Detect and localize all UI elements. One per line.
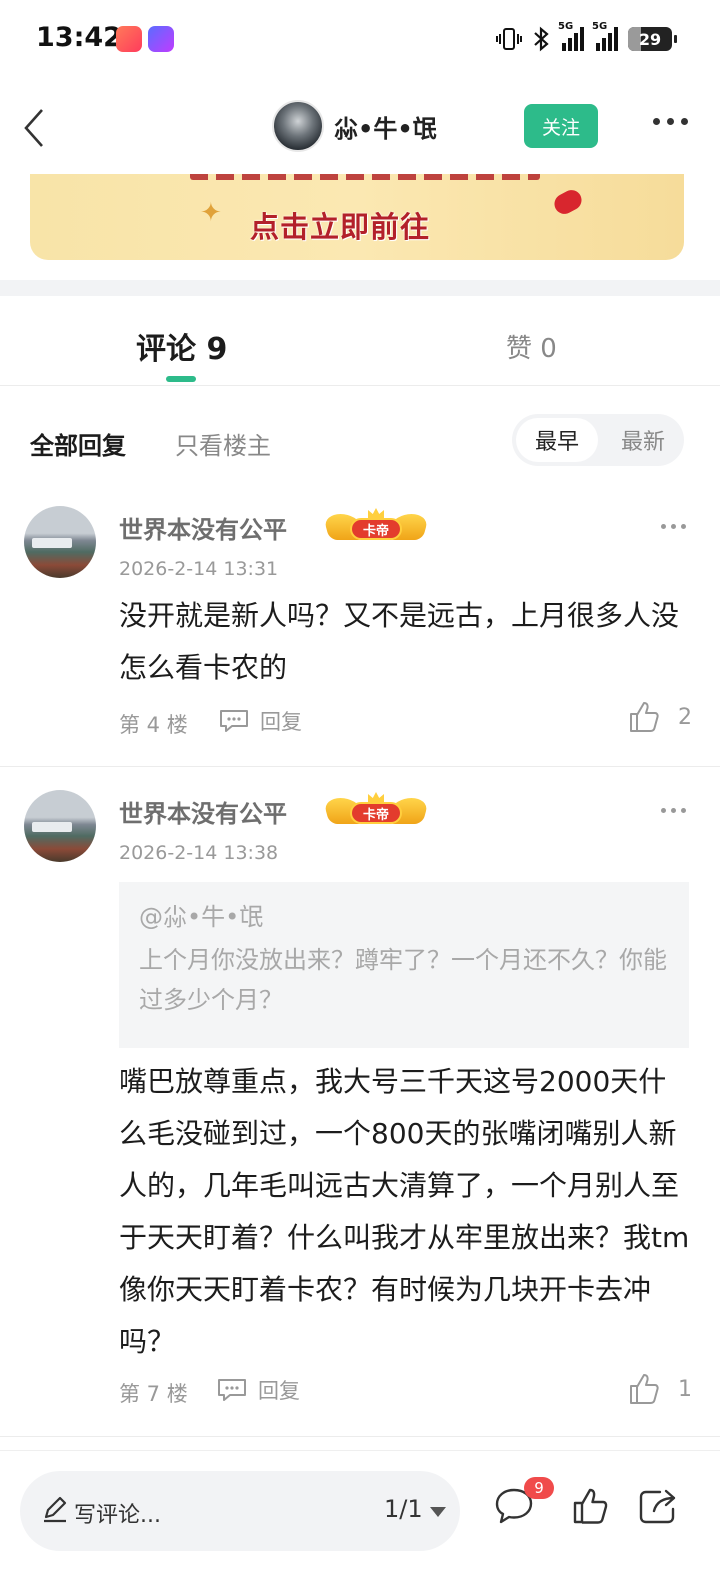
comment-timestamp: 2026-2-14 13:38 (119, 842, 279, 864)
comment-timestamp: 2026-2-14 13:31 (119, 558, 279, 580)
comment-item: 世界本没有公平 卡帝 2026-2-14 13:31 没开就是新人吗？又不是远古… (0, 506, 720, 766)
comment-item: 世界本没有公平 卡帝 2026-2-14 13:38 @尛•牛•氓 上个月你没放… (0, 790, 720, 1430)
comment-username[interactable]: 世界本没有公平 (119, 794, 287, 829)
comment-count-badge: 9 (524, 1477, 554, 1499)
battery-level-text: 29 (638, 29, 662, 49)
promo-banner[interactable]: ✦ 点击立即前往 (30, 160, 684, 260)
reply-button[interactable]: 回复 (216, 1375, 300, 1405)
vibrate-icon (496, 26, 522, 52)
avatar[interactable] (24, 790, 96, 862)
chevron-down-icon[interactable] (430, 1507, 446, 1517)
comment-body: 没开就是新人吗？又不是远古，上月很多人没怎么看卡农的 (119, 599, 680, 684)
comment-more-button[interactable] (661, 524, 686, 529)
author-name[interactable]: 尛•牛•氓 (334, 109, 437, 144)
thumbs-up-icon (573, 1488, 608, 1524)
status-time: 13:42 (36, 22, 122, 53)
comment-body: 嘴巴放尊重点，我大号三千天这号2000天什么毛没碰到过，一个800天的张嘴闭嘴别… (119, 1065, 690, 1358)
signal-icon: 5G (558, 21, 584, 51)
share-icon (639, 1489, 676, 1524)
comment-more-button[interactable] (661, 808, 686, 813)
section-divider (0, 280, 720, 296)
chevron-left-icon (24, 109, 43, 147)
sort-toggle: 最早 最新 (512, 414, 684, 466)
reply-label: 回复 (260, 710, 302, 734)
back-button[interactable] (14, 104, 54, 152)
floor-number: 第 7 楼 (119, 1382, 188, 1406)
quoted-comment[interactable]: @尛•牛•氓 上个月你没放出来？蹲牢了？一个月还不久？你能过多少个月？ (119, 882, 689, 1048)
page-indicator[interactable]: 1/1 (384, 1495, 423, 1523)
write-comment-input[interactable]: 写评论... 1/1 (20, 1471, 460, 1551)
floor-number: 第 4 楼 (119, 713, 188, 737)
divider (0, 1436, 720, 1437)
author-info[interactable]: 尛•牛•氓 (272, 100, 437, 152)
divider (0, 766, 720, 767)
quoted-username: @尛•牛•氓 (139, 903, 264, 931)
like-post-button[interactable] (572, 1487, 608, 1529)
filter-op-only[interactable]: 只看楼主 (175, 426, 271, 461)
sort-newest-button[interactable]: 最新 (606, 418, 680, 462)
reply-button[interactable]: 回复 (218, 706, 302, 736)
status-bar: 13:42 5G 5G 29 (0, 0, 720, 80)
tab-bar: 评论 9 赞 0 (0, 296, 720, 386)
post-header: 尛•牛•氓 关注 (0, 82, 720, 174)
tab-comments[interactable]: 评论 9 (136, 324, 227, 368)
battery-icon: 29 (628, 27, 677, 51)
comment-username[interactable]: 世界本没有公平 (119, 510, 287, 545)
app-notification-icon (148, 26, 174, 52)
tab-likes[interactable]: 赞 0 (506, 328, 557, 365)
filter-all-replies[interactable]: 全部回复 (30, 426, 126, 461)
filter-row: 全部回复 只看楼主 最早 最新 (0, 408, 720, 472)
author-avatar[interactable] (272, 100, 324, 152)
user-rank-badge: 卡帝 (322, 508, 430, 542)
share-button[interactable] (638, 1487, 678, 1529)
app-notification-icon (116, 26, 142, 52)
sort-earliest-button[interactable]: 最早 (516, 418, 598, 462)
bottom-bar: 写评论... 1/1 9 (0, 1450, 720, 1584)
quoted-text: 上个月你没放出来？蹲牢了？一个月还不久？你能过多少个月？ (139, 946, 667, 1014)
like-button[interactable]: 2 (628, 700, 692, 734)
banner-cta[interactable]: 点击立即前往 (250, 204, 430, 246)
like-count: 2 (678, 704, 692, 730)
write-comment-placeholder: 写评论... (74, 1503, 161, 1528)
reply-icon (220, 710, 248, 732)
bluetooth-icon (532, 26, 550, 52)
like-button[interactable]: 1 (628, 1372, 692, 1406)
like-count: 1 (678, 1376, 692, 1402)
sparkle-icon: ✦ (200, 198, 222, 228)
reply-label: 回复 (258, 1379, 300, 1403)
follow-button[interactable]: 关注 (524, 104, 598, 148)
more-options-button[interactable] (653, 118, 688, 125)
avatar[interactable] (24, 506, 96, 578)
thumbs-up-icon (630, 1374, 659, 1404)
reply-icon (218, 1379, 246, 1401)
swoosh-decoration (550, 186, 586, 218)
thumbs-up-icon (630, 702, 659, 732)
pencil-icon (44, 1496, 67, 1523)
user-rank-badge: 卡帝 (322, 792, 430, 826)
active-tab-indicator (166, 376, 196, 382)
signal-icon: 5G (592, 21, 618, 51)
